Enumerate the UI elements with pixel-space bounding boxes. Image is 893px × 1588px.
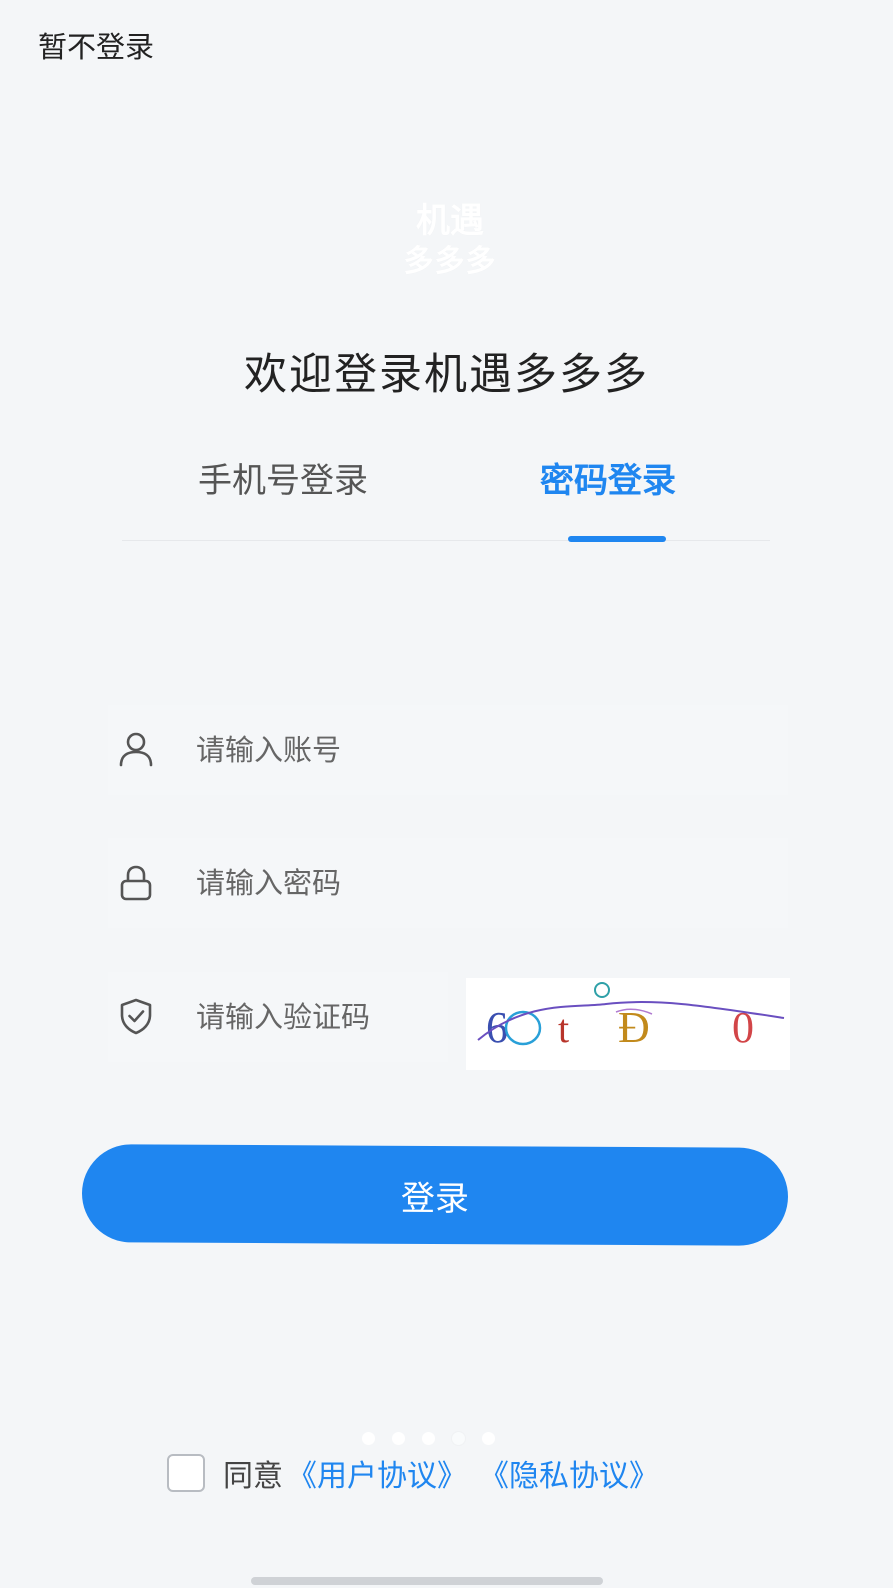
agreement-checkbox[interactable] (167, 1454, 205, 1492)
app-logo: 机遇 多多多 (385, 200, 515, 280)
password-input[interactable] (194, 852, 498, 914)
logo-line-2: 多多多 (403, 243, 497, 279)
password-field (108, 838, 788, 928)
page-dot (392, 1432, 405, 1445)
agreement-prefix: 同意 (223, 1459, 283, 1494)
captcha-input[interactable] (194, 986, 498, 1048)
lock-icon (120, 865, 152, 901)
welcome-title: 欢迎登录机遇多多多 (244, 350, 649, 400)
account-field (108, 705, 788, 795)
page-indicator (362, 1430, 512, 1445)
user-agreement-link[interactable]: 《用户协议》 (287, 1451, 467, 1495)
page-dot-active (452, 1432, 465, 1445)
shield-check-icon (120, 998, 152, 1035)
tab-phone-login[interactable]: 手机号登录 (198, 453, 368, 502)
captcha-code-graphic: 6 t Ð 0 (477, 982, 785, 1052)
tab-password-login[interactable]: 密码登录 (540, 453, 676, 502)
logo-line-1: 机遇 (416, 201, 484, 241)
svg-text:t: t (558, 1006, 569, 1051)
skip-login-link[interactable]: 暂不登录 (38, 24, 154, 66)
home-indicator (251, 1577, 603, 1585)
login-tabs: 手机号登录 密码登录 (122, 440, 770, 542)
active-tab-indicator (568, 536, 666, 542)
agreement-row: 同意 《用户协议》 《隐私协议》 (167, 1451, 659, 1495)
account-input[interactable] (194, 719, 498, 781)
page-dot (362, 1432, 375, 1445)
login-button[interactable]: 登录 (81, 1144, 789, 1246)
captcha-field (108, 972, 498, 1062)
page-dot (422, 1432, 435, 1445)
page-dot (482, 1432, 495, 1445)
captcha-image[interactable]: 6 t Ð 0 (466, 978, 790, 1070)
user-icon (119, 732, 153, 767)
privacy-policy-link[interactable]: 《隐私协议》 (479, 1451, 659, 1495)
